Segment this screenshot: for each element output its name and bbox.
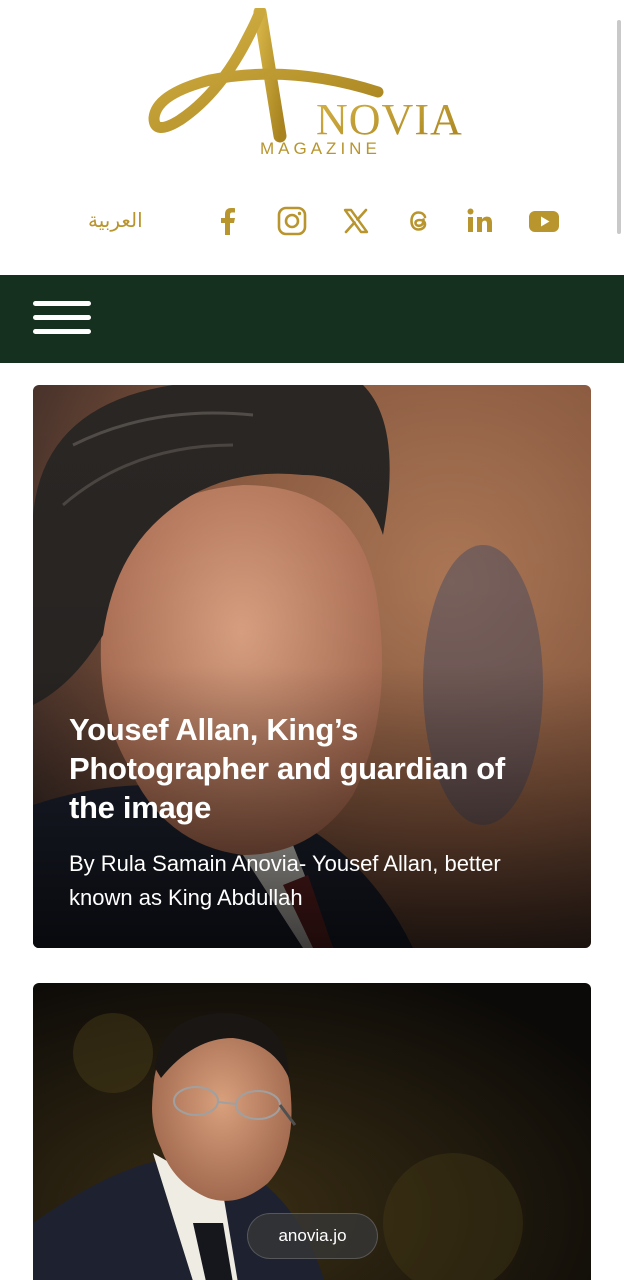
article-card[interactable]: Yousef Allan, King’s Photographer and gu… [33, 385, 591, 948]
article-text: Yousef Allan, King’s Photographer and gu… [69, 710, 551, 915]
arabic-language-link[interactable]: العربية [88, 208, 143, 232]
article-excerpt: By Rula Samain Anovia- Yousef Allan, bet… [69, 851, 501, 910]
instagram-icon[interactable] [275, 204, 309, 238]
article-title[interactable]: Yousef Allan, King’s Photographer and gu… [69, 710, 551, 827]
anovia-logo[interactable]: NOVIA MAGAZINE [140, 8, 480, 160]
main-navbar [0, 275, 624, 363]
linkedin-icon[interactable] [463, 204, 497, 238]
x-icon[interactable] [339, 204, 373, 238]
svg-text:MAGAZINE: MAGAZINE [260, 139, 381, 158]
youtube-icon[interactable] [527, 204, 561, 238]
threads-icon[interactable] [402, 204, 436, 238]
facebook-icon[interactable] [211, 204, 245, 238]
social-bar: العربية [0, 198, 624, 244]
browser-url-pill[interactable]: anovia.jo [247, 1213, 378, 1259]
svg-text:NOVIA: NOVIA [316, 95, 463, 144]
hamburger-menu-icon[interactable] [33, 301, 91, 337]
